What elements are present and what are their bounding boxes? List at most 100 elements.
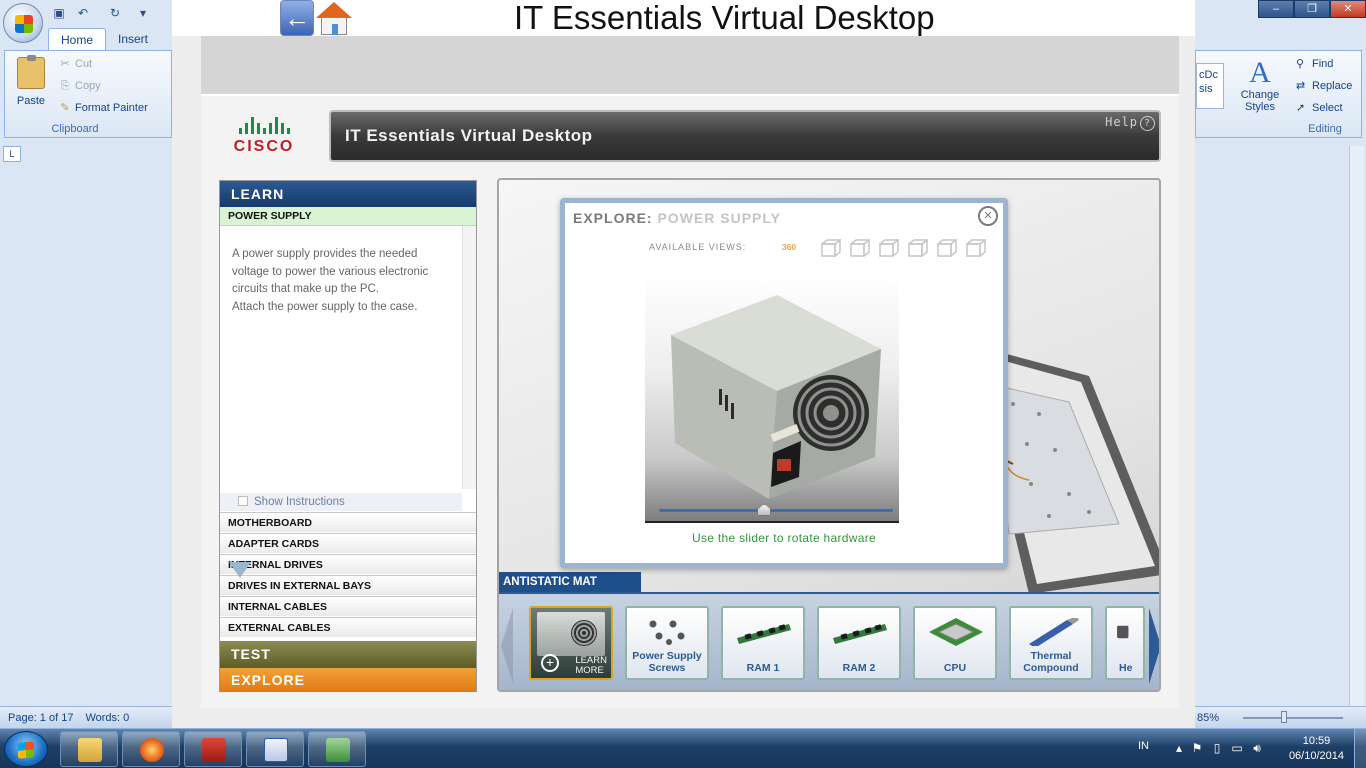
category-internal-drives[interactable]: INTERNAL DRIVES: [220, 554, 476, 574]
ram-icon: [737, 624, 791, 644]
antistatic-mat-label: ANTISTATIC MAT: [499, 572, 641, 592]
tray-item-power-supply-screws[interactable]: Power Supply Screws: [625, 606, 709, 680]
format-painter-button[interactable]: ✎ Format Painter: [57, 99, 148, 117]
volume-icon[interactable]: 🔊︎: [1250, 741, 1264, 755]
office-button[interactable]: [3, 3, 43, 43]
clock-time: 10:59: [1302, 735, 1331, 747]
view-right-icon[interactable]: [908, 239, 928, 257]
restore-button[interactable]: ❐: [1294, 0, 1330, 18]
ram-icon: [833, 624, 887, 644]
checkbox[interactable]: [238, 496, 248, 506]
close-icon[interactable]: ×: [978, 206, 998, 226]
tab-home[interactable]: Home: [48, 28, 107, 50]
copy-icon: ⎘: [60, 80, 70, 92]
copy-label: Copy: [75, 80, 101, 92]
zoom-slider[interactable]: [1243, 717, 1343, 719]
description-scrollbar[interactable]: [462, 226, 476, 489]
select-button[interactable]: ➚ Select: [1294, 99, 1343, 117]
category-motherboard[interactable]: MOTHERBOARD: [220, 512, 476, 532]
explore-tab[interactable]: EXPLORE: [220, 668, 476, 692]
clock-date: 06/10/2014: [1288, 750, 1344, 762]
action-center-flag-icon[interactable]: ⚑: [1190, 741, 1204, 755]
find-button[interactable]: ⚲ Find: [1294, 55, 1333, 73]
replace-button[interactable]: ⇄ Replace: [1294, 77, 1352, 95]
taskbar-virtual-desktop[interactable]: [308, 731, 366, 767]
ribbon-editing-group: cDc sis A Change Styles ⚲ Find ⇄ Replace ➚…: [1195, 50, 1362, 138]
tray-item-cpu[interactable]: CPU: [913, 606, 997, 680]
popup-title: EXPLORE: POWER SUPPLY: [573, 210, 781, 226]
virtual-desktop-icon: [326, 738, 350, 762]
paste-button[interactable]: Paste: [11, 55, 51, 123]
category-adapter-cards[interactable]: ADAPTER CARDS: [220, 533, 476, 553]
tray-item-ram-2[interactable]: RAM 2: [817, 606, 901, 680]
slider-hint: Use the slider to rotate hardware: [692, 531, 876, 545]
tray-item-label: Power Supply Screws: [632, 650, 702, 674]
zoom-level[interactable]: 85%: [1197, 712, 1219, 724]
customize-qat-icon[interactable]: ▾: [136, 6, 150, 20]
tray-left-arrow-icon[interactable]: [501, 608, 513, 684]
taskbar-flash[interactable]: [184, 731, 242, 767]
language-indicator[interactable]: IN: [1138, 740, 1149, 752]
rotation-slider-track[interactable]: [659, 509, 893, 512]
description-line: voltage to power the various electronic: [232, 265, 429, 278]
help-button[interactable]: Help?: [1105, 115, 1155, 131]
undo-icon[interactable]: ↶: [76, 6, 90, 20]
view-bottom-icon[interactable]: [966, 239, 986, 257]
format-painter-label: Format Painter: [75, 102, 148, 114]
home-icon[interactable]: [314, 0, 354, 38]
save-icon[interactable]: ▣: [52, 6, 66, 20]
network-icon[interactable]: ▭: [1230, 741, 1244, 755]
taskbar-browser[interactable]: [122, 731, 180, 767]
view-left-icon[interactable]: [879, 239, 899, 257]
show-desktop-button[interactable]: [1354, 729, 1366, 768]
category-external-cables[interactable]: EXTERNAL CABLES: [220, 617, 476, 637]
power-supply-image[interactable]: [645, 273, 899, 521]
status-page[interactable]: Page: 1 of 17: [8, 712, 73, 724]
tray-item-heatsink[interactable]: He: [1105, 606, 1145, 680]
test-tab[interactable]: TEST: [220, 641, 476, 668]
app-frame: CISCO IT Essentials Virtual Desktop Help…: [201, 94, 1179, 708]
ribbon-clipboard-group: Paste ✂ Cut ⎘ Copy ✎ Format Painter Clipboa…: [4, 50, 172, 138]
taskbar-word[interactable]: [246, 731, 304, 767]
device-icon[interactable]: ▯: [1210, 741, 1224, 755]
category-internal-cables[interactable]: INTERNAL CABLES: [220, 596, 476, 616]
category-drives-external-bays[interactable]: DRIVES IN EXTERNAL BAYS: [220, 575, 476, 595]
show-hidden-icons-icon[interactable]: ▴: [1172, 741, 1186, 755]
show-instructions-toggle[interactable]: Show Instructions: [220, 493, 462, 511]
start-button[interactable]: [4, 731, 48, 767]
rotate-360-icon[interactable]: 360: [771, 234, 807, 260]
change-styles-button[interactable]: A Change Styles: [1234, 57, 1286, 114]
tray-item-thermal-compound[interactable]: Thermal Compound: [1009, 606, 1093, 680]
view-top-icon[interactable]: [937, 239, 957, 257]
tray-item-power-supply[interactable]: + LEARN MORE: [529, 606, 613, 680]
copy-button[interactable]: ⎘ Copy: [57, 77, 101, 95]
redo-icon[interactable]: ↻: [108, 6, 122, 20]
quick-access-toolbar: ▣ ↶ ↻ ▾: [48, 4, 172, 22]
styles-gallery-fragment[interactable]: cDc sis: [1196, 63, 1224, 109]
help-label: Help: [1105, 115, 1138, 129]
view-back-icon[interactable]: [850, 239, 870, 257]
minimize-button[interactable]: –: [1258, 0, 1294, 18]
tray-item-label: He: [1119, 662, 1133, 674]
heatsink-icon: [1117, 625, 1129, 639]
ruler-toggle-button[interactable]: L: [3, 146, 21, 162]
cut-button[interactable]: ✂ Cut: [57, 55, 92, 73]
vertical-scrollbar[interactable]: [1349, 146, 1364, 706]
home-door-shape: [332, 24, 338, 35]
show-instructions-label: Show Instructions: [254, 496, 345, 508]
cursor-icon: ➚: [1296, 102, 1306, 114]
status-words[interactable]: Words: 0: [85, 712, 129, 724]
category-power-supply[interactable]: POWER SUPPLY: [220, 207, 476, 226]
back-arrow-icon[interactable]: ←: [280, 0, 314, 36]
tab-insert[interactable]: Insert: [106, 28, 160, 50]
view-front-icon[interactable]: [821, 239, 841, 257]
system-tray: IN ▴ ⚑ ▯ ▭ 🔊︎ 10:59 06/10/2014: [1116, 729, 1366, 768]
close-button[interactable]: ✕: [1330, 0, 1366, 18]
taskbar-explorer[interactable]: [60, 731, 118, 767]
tray-right-arrow-icon[interactable]: [1149, 608, 1159, 684]
zoom-slider-thumb[interactable]: [1281, 711, 1287, 723]
clock[interactable]: 10:59 06/10/2014: [1289, 734, 1344, 764]
learn-tab[interactable]: LEARN: [220, 181, 476, 207]
power-supply-illustration: [671, 295, 881, 499]
tray-item-ram-1[interactable]: RAM 1: [721, 606, 805, 680]
